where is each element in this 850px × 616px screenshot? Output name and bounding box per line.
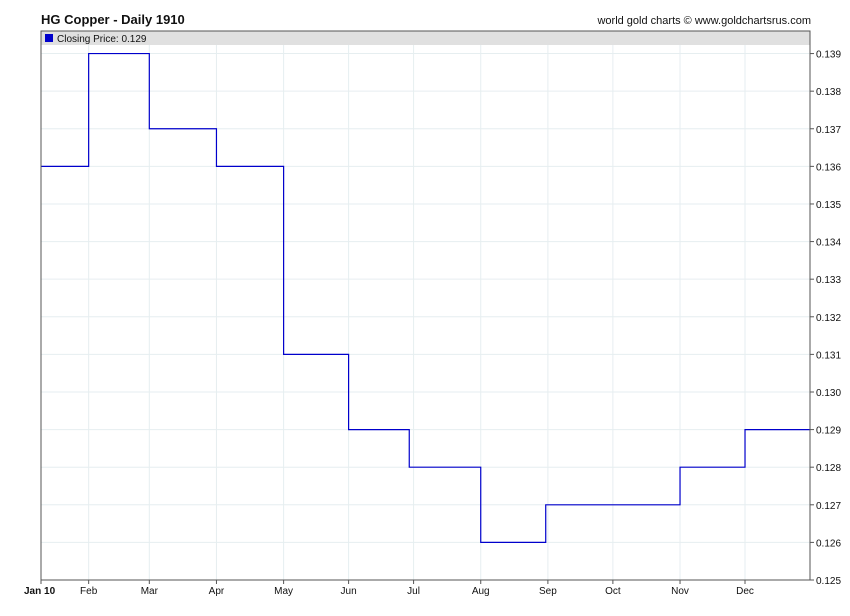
legend-swatch — [45, 34, 53, 42]
y-tick-label: 0.139 — [816, 50, 841, 61]
y-tick-label: 0.129 — [816, 426, 841, 437]
x-tick-label: Apr — [209, 586, 225, 597]
y-tick-label: 0.127 — [816, 501, 841, 512]
y-axis: 0.125 0.126 0.127 0.128 0.129 0.130 0.131 0.132… — [810, 50, 841, 587]
x-tick-label: Jan 10 — [24, 586, 56, 597]
legend-band — [41, 31, 810, 45]
x-tick-label: Sep — [539, 586, 557, 597]
x-tick-label: Jun — [341, 586, 357, 597]
y-tick-label: 0.125 — [816, 576, 841, 587]
x-tick-label: Dec — [736, 586, 754, 597]
y-tick-label: 0.130 — [816, 388, 841, 399]
y-tick-label: 0.134 — [816, 238, 841, 249]
x-tick-label: May — [274, 586, 293, 597]
x-tick-label: Oct — [605, 586, 621, 597]
y-tick-label: 0.126 — [816, 538, 841, 549]
plot-frame — [40, 30, 811, 581]
gridlines — [41, 31, 810, 581]
x-tick-label: Feb — [80, 586, 98, 597]
y-tick-label: 0.136 — [816, 162, 841, 173]
x-axis: Jan 10 Feb Mar Apr May Jun Jul Aug Sep Oct Nov Dec — [24, 580, 754, 597]
y-tick-label: 0.138 — [816, 87, 841, 98]
y-tick-label: 0.128 — [816, 463, 841, 474]
y-tick-label: 0.132 — [816, 313, 841, 324]
price-chart: Closing Price: 0.129 0.1250.1260.1270.12… — [24, 30, 841, 597]
x-tick-label: Jul — [407, 586, 420, 597]
y-tick-label: 0.135 — [816, 200, 841, 211]
y-tick-label: 0.133 — [816, 275, 841, 286]
y-tick-label: 0.137 — [816, 125, 841, 136]
x-tick-label: Mar — [141, 586, 159, 597]
legend-label: Closing Price: 0.129 — [57, 34, 147, 45]
y-tick-label: 0.131 — [816, 350, 841, 361]
series-line — [41, 52, 810, 543]
x-tick-label: Aug — [472, 586, 490, 597]
x-tick-label: Nov — [671, 586, 689, 597]
